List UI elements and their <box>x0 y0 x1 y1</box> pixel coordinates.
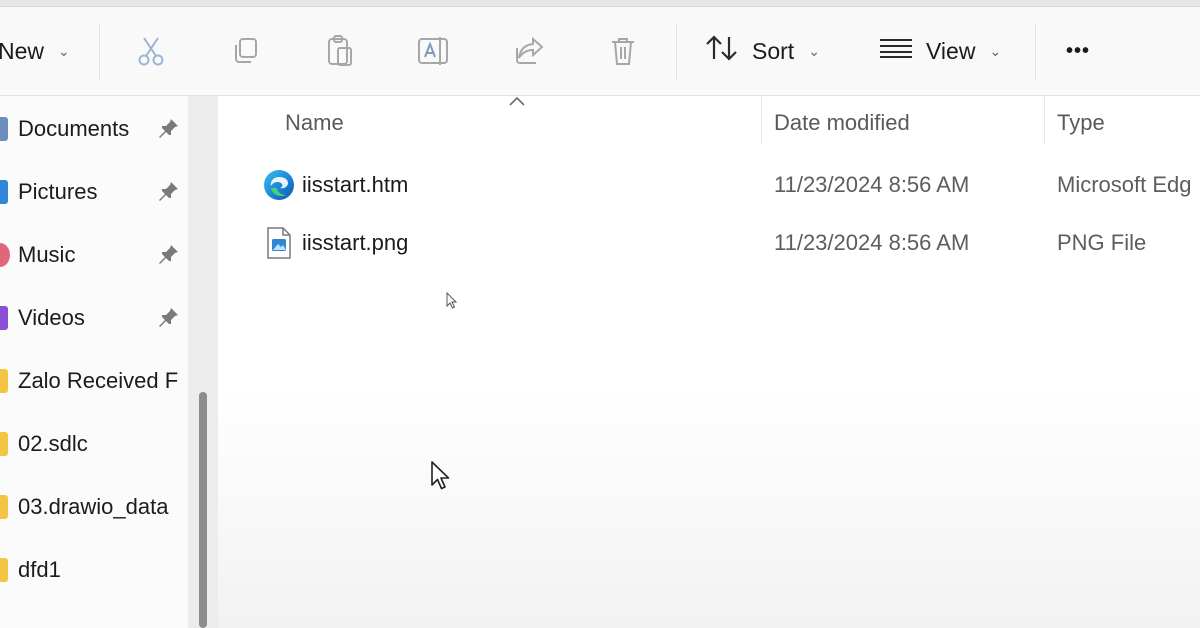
pin-icon[interactable] <box>158 180 180 202</box>
file-date-modified: 11/23/2024 8:56 AM <box>774 172 970 197</box>
sidebar-item-label: 03.drawio_data <box>18 494 169 519</box>
view-button[interactable]: View ⌄ <box>878 7 1001 95</box>
sidebar-item-label: Documents <box>18 116 130 141</box>
sidebar-item-label: 02.sdlc <box>18 431 88 456</box>
toolbar-divider <box>676 23 677 81</box>
sidebar-item-03-drawio-data[interactable]: 03.drawio_data <box>0 485 188 529</box>
command-bar: New ⌄ Sort ⌄ View ⌄ ••• <box>0 7 1200 96</box>
toolbar-divider <box>1035 23 1036 81</box>
sidebar-scrollbar-thumb[interactable] <box>199 392 207 628</box>
more-icon: ••• <box>1066 39 1091 62</box>
navigation-pane: Documents Pictures Music Videos Zalo Rec… <box>0 96 188 628</box>
file-type: PNG File <box>1057 230 1147 255</box>
new-button[interactable]: New ⌄ <box>0 7 70 95</box>
sidebar-item-dfd1[interactable]: dfd1 <box>0 548 188 592</box>
folder-icon <box>0 432 8 456</box>
delete-icon[interactable] <box>606 34 640 68</box>
column-divider[interactable] <box>761 96 762 144</box>
chevron-down-icon: ⌄ <box>808 42 820 59</box>
cursor-pointer-icon <box>446 292 458 309</box>
pictures-icon <box>0 180 8 204</box>
folder-icon <box>0 558 8 582</box>
cut-icon[interactable] <box>134 34 168 68</box>
png-file-icon <box>262 226 296 260</box>
column-divider[interactable] <box>1044 96 1045 144</box>
music-icon <box>0 243 10 267</box>
sidebar-item-documents[interactable]: Documents <box>0 107 188 151</box>
view-label: View <box>926 37 976 64</box>
videos-icon <box>0 306 8 330</box>
sort-button[interactable]: Sort ⌄ <box>704 7 820 95</box>
column-header-name[interactable]: Name <box>285 110 344 136</box>
table-row[interactable]: iisstart.png 11/23/2024 8:56 AM PNG File <box>218 216 1200 270</box>
edge-icon <box>262 168 296 202</box>
sort-label: Sort <box>752 37 795 64</box>
copy-icon[interactable] <box>228 34 262 68</box>
sidebar-item-label: Videos <box>18 305 85 330</box>
sidebar-item-music[interactable]: Music <box>0 233 188 277</box>
pin-icon[interactable] <box>158 243 180 265</box>
chevron-down-icon: ⌄ <box>58 42 70 59</box>
toolbar-divider <box>99 23 100 81</box>
folder-icon <box>0 495 8 519</box>
file-name: iisstart.htm <box>302 172 409 197</box>
sidebar-item-zalo-received[interactable]: Zalo Received F <box>0 359 188 403</box>
view-list-icon <box>878 36 914 66</box>
sidebar-item-label: Zalo Received F <box>18 368 179 393</box>
column-header-date-modified[interactable]: Date modified <box>774 110 910 136</box>
sidebar-item-videos[interactable]: Videos <box>0 296 188 340</box>
file-date-modified: 11/23/2024 8:56 AM <box>774 230 970 255</box>
folder-icon <box>0 369 8 393</box>
pin-icon[interactable] <box>158 117 180 139</box>
documents-icon <box>0 117 8 141</box>
file-list-pane: Name Date modified Type iisstart.htm 11/… <box>218 96 1200 628</box>
chevron-down-icon: ⌄ <box>989 42 1002 59</box>
sidebar-item-label: Pictures <box>18 179 98 204</box>
sidebar-item-pictures[interactable]: Pictures <box>0 170 188 214</box>
cursor-pointer-icon <box>431 461 450 490</box>
window-top-edge <box>0 0 1200 7</box>
rename-icon[interactable] <box>417 34 451 68</box>
table-row[interactable]: iisstart.htm 11/23/2024 8:56 AM Microsof… <box>218 158 1200 212</box>
file-name: iisstart.png <box>302 230 409 255</box>
column-header-type[interactable]: Type <box>1057 110 1105 136</box>
sort-ascending-icon <box>509 96 525 106</box>
file-type: Microsoft Edg <box>1057 172 1192 197</box>
sidebar-item-label: Music <box>18 242 76 267</box>
share-icon[interactable] <box>512 34 546 68</box>
new-label: New <box>0 37 45 64</box>
sidebar-item-label: dfd1 <box>18 557 61 582</box>
sort-icon <box>704 33 740 69</box>
sidebar-item-02-sdlc[interactable]: 02.sdlc <box>0 422 188 466</box>
paste-icon[interactable] <box>323 34 357 68</box>
pin-icon[interactable] <box>158 306 180 328</box>
more-options-button[interactable]: ••• <box>1066 7 1090 95</box>
